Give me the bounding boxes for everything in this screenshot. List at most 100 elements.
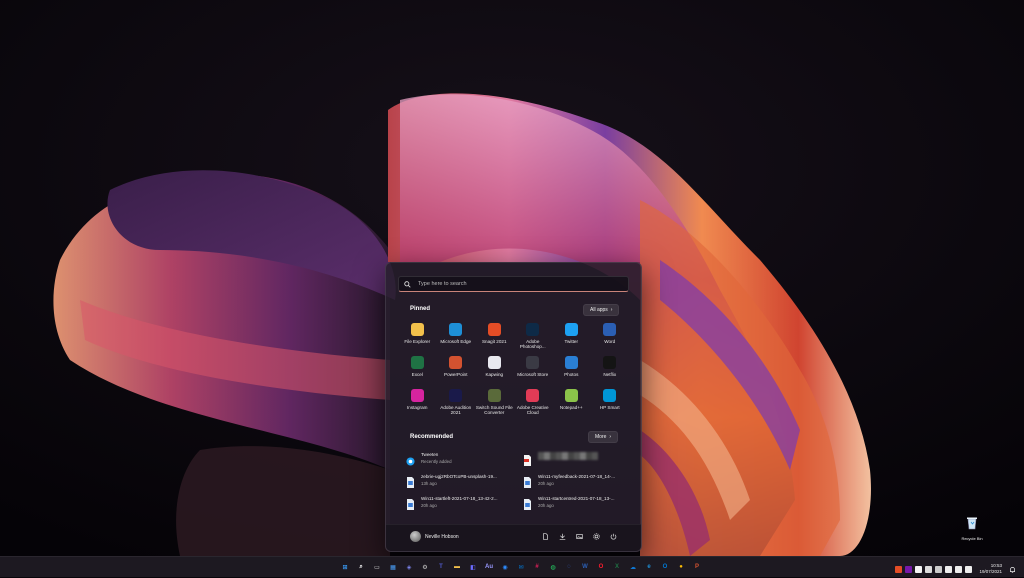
pinned-app-label: File Explorer <box>404 339 431 344</box>
pinned-app[interactable]: Netflix <box>591 354 630 387</box>
recommended-item-name: Win11-startleft-2021-07-18_13-42-2... <box>421 496 498 501</box>
wifi-icon[interactable] <box>945 565 953 573</box>
slack-icon[interactable]: # <box>531 561 543 573</box>
excel-icon <box>410 356 424 369</box>
start-search-box[interactable] <box>398 276 629 292</box>
pinned-app[interactable]: Instagram <box>398 387 437 420</box>
powerpoint-icon <box>449 356 463 369</box>
pinned-app[interactable]: Excel <box>398 354 437 387</box>
powerpoint-icon[interactable]: P <box>691 561 703 573</box>
user-account-button[interactable]: Neville Hobson <box>410 531 459 542</box>
instagram-icon <box>410 389 424 402</box>
recommended-item[interactable]: Win11-startleft-2021-07-18_13-42-2... 20h… <box>406 496 523 518</box>
edge-icon[interactable]: e <box>643 561 655 573</box>
cloud-icon[interactable] <box>915 565 923 573</box>
recommended-item-text: Win11-startleft-2021-07-18_13-42-2... 20h… <box>421 496 498 508</box>
volume-icon[interactable] <box>955 565 963 573</box>
signal-icon[interactable]: ◌ <box>563 561 575 573</box>
email-icon[interactable]: ✉ <box>515 561 527 573</box>
pinned-app-label: Netflix <box>603 372 617 377</box>
teams-icon[interactable]: T <box>435 561 447 573</box>
pinned-app-label: Word <box>604 339 616 344</box>
pinned-app[interactable]: Notepad++ <box>552 387 591 420</box>
pinned-app-label: Adobe Audition 2021 <box>440 405 472 416</box>
pinned-app[interactable]: Kapwing <box>475 354 514 387</box>
pinned-app-label: Notepad++ <box>559 405 583 410</box>
start-menu: Pinned All apps › File Explorer Microsoft… <box>385 262 642 552</box>
pinned-app-label: Kapwing <box>485 372 504 377</box>
onenote-icon[interactable] <box>905 565 913 573</box>
onedrive-icon[interactable]: ☁ <box>627 561 639 573</box>
documents-icon[interactable] <box>542 533 549 540</box>
pinned-app[interactable]: Microsoft Store <box>514 354 553 387</box>
outlook-icon[interactable]: O <box>659 561 671 573</box>
pinned-app-label: Snagit 2021 <box>481 339 507 344</box>
switch-icon <box>487 389 501 402</box>
recommended-list: Tweeten Recently added zebrie-ugj2RbOTcoPB… <box>406 452 622 518</box>
taskbar: ⊞ ⌕ ▭ ▦ ◈ ⚙ T ▬ ◧ Au ◉ ✉ # ◍ ◌ W O X ☁ e O ● P 10:53 19/07/202… <box>0 556 1024 577</box>
kapwing-icon <box>487 356 501 369</box>
pinned-app-label: PowerPoint <box>444 372 468 377</box>
recommended-item[interactable]: zebrie-ugj2RbOTcoPB-unsplash-19... 13h ag… <box>406 474 523 496</box>
recommended-item[interactable]: Tweeten Recently added <box>406 452 523 474</box>
pinned-app[interactable]: Snagit 2021 <box>475 321 514 354</box>
windows-icon[interactable]: ⊞ <box>339 561 351 573</box>
audition-icon[interactable]: Au <box>483 561 495 573</box>
search-icon[interactable]: ⌕ <box>355 561 367 573</box>
whatsapp-icon[interactable]: ◍ <box>547 561 559 573</box>
html-icon[interactable] <box>895 565 903 573</box>
edge-icon <box>449 323 463 336</box>
pictures-icon[interactable] <box>576 533 583 540</box>
pinned-app[interactable]: Microsoft Edge <box>437 321 476 354</box>
notifications-icon[interactable] <box>1009 560 1016 578</box>
zoom-icon[interactable]: ◉ <box>499 561 511 573</box>
onedrive-tray-icon[interactable] <box>925 565 933 573</box>
opera-icon[interactable]: O <box>595 561 607 573</box>
more-button[interactable]: More › <box>588 431 619 443</box>
pinned-app[interactable]: HP Smart <box>591 387 630 420</box>
recommended-item[interactable] <box>523 452 622 474</box>
excel-icon[interactable]: X <box>611 561 623 573</box>
settings-icon[interactable]: ⚙ <box>419 561 431 573</box>
search-input[interactable] <box>414 281 628 287</box>
recommended-item-time: Recently added <box>421 459 452 464</box>
recommended-item[interactable]: Win11-startcentred-2021-07-18_13-... 20h … <box>523 496 622 518</box>
system-tray: 10:53 19/07/2021 <box>895 560 1016 578</box>
chevron-up-icon[interactable] <box>935 565 943 573</box>
twitter-icon <box>564 323 578 336</box>
battery-icon[interactable] <box>965 565 973 573</box>
pinned-app[interactable]: Twitter <box>552 321 591 354</box>
recommended-item-time: 13h ago <box>421 481 437 486</box>
task-view-icon[interactable]: ▭ <box>371 561 383 573</box>
store-icon[interactable]: ◧ <box>467 561 479 573</box>
recommended-item[interactable]: Win11-myfeedback-2021-07-18_14-... 20h ag… <box>523 474 622 496</box>
recycle-bin-label: Recycle Bin <box>961 536 983 541</box>
file-explorer-icon[interactable]: ▬ <box>451 561 463 573</box>
clock[interactable]: 10:53 19/07/2021 <box>979 563 1002 575</box>
pinned-app[interactable]: Adobe Creative Cloud <box>514 387 553 420</box>
chrome-icon[interactable]: ● <box>675 561 687 573</box>
chat-icon[interactable]: ◈ <box>403 561 415 573</box>
pinned-app[interactable]: Word <box>591 321 630 354</box>
recycle-bin[interactable]: Recycle Bin <box>961 516 983 541</box>
settings-icon[interactable] <box>593 533 600 540</box>
all-apps-button[interactable]: All apps › <box>583 304 620 316</box>
recommended-item-text: Win11-myfeedback-2021-07-18_14-... 20h ag… <box>538 474 615 486</box>
word-icon[interactable]: W <box>579 561 591 573</box>
pinned-app-label: Twitter <box>564 339 579 344</box>
creative-cloud-icon <box>526 389 540 402</box>
pinned-app[interactable]: File Explorer <box>398 321 437 354</box>
power-icon[interactable] <box>610 533 617 540</box>
store-icon <box>526 356 540 369</box>
downloads-icon[interactable] <box>559 533 566 540</box>
recommended-heading: Recommended <box>410 434 454 440</box>
recommended-item-name: Tweeten <box>421 452 439 457</box>
pinned-app[interactable]: PowerPoint <box>437 354 476 387</box>
pinned-app[interactable]: Adobe Photoshop... <box>514 321 553 354</box>
widgets-icon[interactable]: ▦ <box>387 561 399 573</box>
pinned-app[interactable]: Switch Sound File Converter <box>475 387 514 420</box>
pinned-app[interactable]: Adobe Audition 2021 <box>437 387 476 420</box>
pinned-app[interactable]: Photos <box>552 354 591 387</box>
pinned-heading: Pinned <box>410 306 431 312</box>
chevron-right-icon: › <box>609 434 612 440</box>
